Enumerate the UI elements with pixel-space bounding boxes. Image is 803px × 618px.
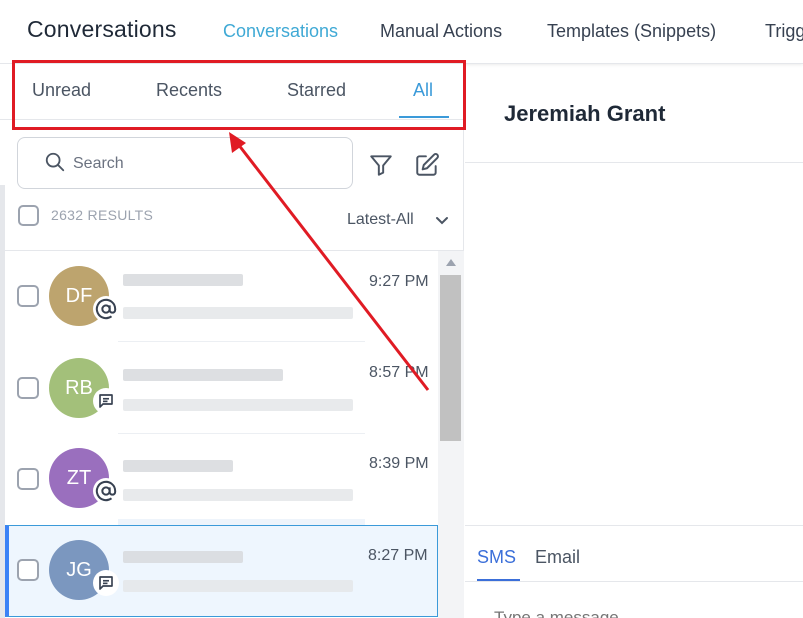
conversation-item[interactable]: DF 9:27 PM xyxy=(5,251,438,343)
channel-tab-email[interactable]: Email xyxy=(535,547,580,568)
conversation-time: 8:39 PM xyxy=(369,455,429,472)
avatar-initials: RB xyxy=(65,376,93,399)
tabs-highlight-box xyxy=(12,60,466,130)
message-preview-redacted xyxy=(123,399,353,411)
sort-dropdown[interactable]: Latest-All xyxy=(347,211,414,229)
scroll-up-arrow-icon[interactable] xyxy=(446,259,456,266)
conversation-time: 8:57 PM xyxy=(369,364,429,381)
conversation-checkbox[interactable] xyxy=(17,468,39,490)
nav-conversations[interactable]: Conversations xyxy=(223,21,338,42)
contact-name: Jeremiah Grant xyxy=(504,101,666,126)
at-icon xyxy=(93,478,119,504)
message-preview-redacted xyxy=(123,307,353,319)
contact-name-redacted xyxy=(123,274,243,286)
contact-name-redacted xyxy=(123,551,243,563)
conversation-item[interactable]: ZT 8:39 PM xyxy=(5,434,438,526)
message-input[interactable] xyxy=(494,608,774,618)
message-preview-redacted xyxy=(123,489,353,501)
search-input[interactable] xyxy=(73,152,333,176)
compose-icon[interactable] xyxy=(414,152,440,178)
nav-templates-snippets[interactable]: Templates (Snippets) xyxy=(547,21,716,42)
page-title: Conversations xyxy=(27,16,177,42)
composer-divider xyxy=(465,581,803,582)
top-header: Conversations Conversations Manual Actio… xyxy=(0,0,803,64)
avatar-initials: JG xyxy=(66,558,92,581)
conversation-item[interactable]: RB 8:57 PM xyxy=(5,342,438,434)
message-preview-redacted xyxy=(123,580,353,592)
conversation-checkbox[interactable] xyxy=(17,559,39,581)
nav-triggers[interactable]: Trigg xyxy=(765,21,803,42)
at-icon xyxy=(93,296,119,322)
avatar-initials: DF xyxy=(65,284,93,307)
message-composer: SMS Email xyxy=(465,525,803,618)
conversation-header: Jeremiah Grant xyxy=(465,64,803,163)
results-count: 2632 RESULTS xyxy=(51,207,154,223)
channel-tab-sms[interactable]: SMS xyxy=(477,547,516,568)
chat-icon xyxy=(93,388,119,414)
select-all-checkbox[interactable] xyxy=(18,205,39,226)
conversations-app: Conversations Conversations Manual Actio… xyxy=(0,0,803,618)
nav-manual-actions[interactable]: Manual Actions xyxy=(380,21,502,42)
conversation-checkbox[interactable] xyxy=(17,285,39,307)
conversation-time: 9:27 PM xyxy=(369,273,429,290)
avatar-initials: ZT xyxy=(66,466,92,489)
conversation-item-selected[interactable]: JG 8:27 PM xyxy=(5,525,438,617)
contact-name-redacted xyxy=(123,460,233,472)
chevron-down-icon[interactable] xyxy=(434,214,450,228)
conversation-checkbox[interactable] xyxy=(17,377,39,399)
search-icon xyxy=(45,152,65,172)
conversation-list-scrollbar[interactable] xyxy=(438,251,464,618)
chat-icon xyxy=(93,570,119,596)
filter-icon[interactable] xyxy=(368,152,394,178)
search-box[interactable] xyxy=(17,137,353,189)
scrollbar-thumb[interactable] xyxy=(440,275,461,441)
conversation-time: 8:27 PM xyxy=(368,547,428,564)
contact-name-redacted xyxy=(123,369,283,381)
